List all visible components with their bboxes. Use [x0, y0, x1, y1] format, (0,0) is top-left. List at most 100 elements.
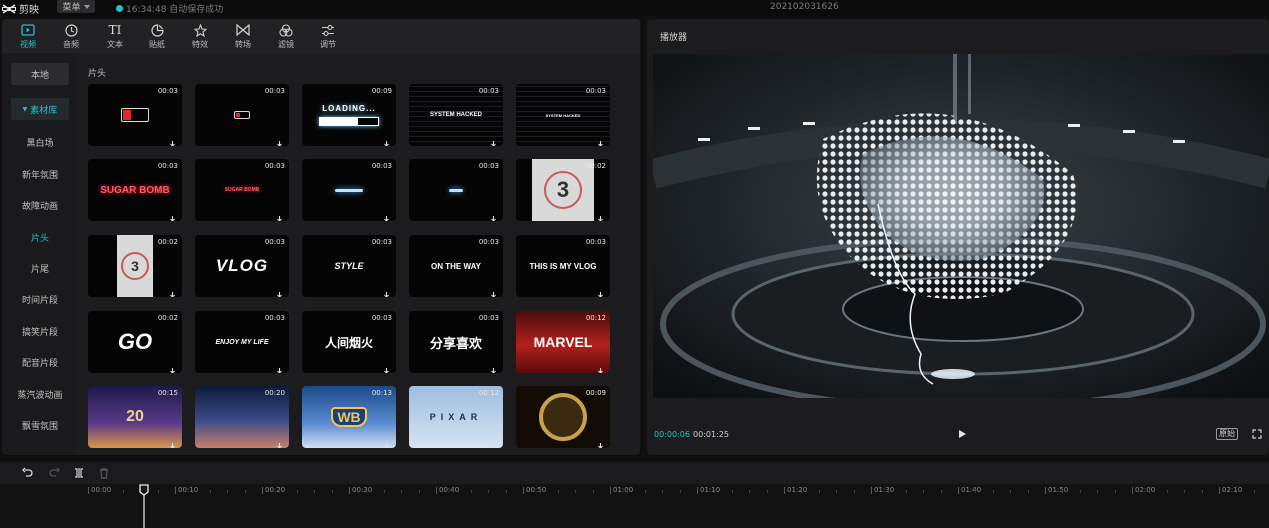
- download-icon[interactable]: [168, 134, 177, 146]
- sidebar-item-dubbing[interactable]: 配音片段: [11, 351, 69, 373]
- tab-video[interactable]: 视频: [8, 21, 48, 53]
- project-title: 202102031626: [770, 2, 839, 12]
- video-frame-image: [653, 54, 1269, 398]
- sidebar-item-library[interactable]: ▼ 素材库: [11, 98, 69, 120]
- card-duration: 00:03: [371, 314, 392, 322]
- adjust-icon: [322, 24, 334, 36]
- play-icon[interactable]: [957, 429, 967, 439]
- ruler-minor-tick: [940, 490, 942, 493]
- sidebar-item-new-year[interactable]: 新年氛围: [11, 163, 69, 185]
- material-card[interactable]: 人间烟火 00:03: [302, 311, 396, 373]
- tab-filter[interactable]: 滤镜: [266, 21, 306, 53]
- download-icon[interactable]: [382, 361, 391, 373]
- download-icon[interactable]: [168, 436, 177, 448]
- download-icon[interactable]: [275, 361, 284, 373]
- ruler-minor-tick: [418, 490, 420, 493]
- material-card[interactable]: THIS IS MY VLOG 00:03: [516, 235, 610, 297]
- sidebar-item-funny[interactable]: 搞笑片段: [11, 320, 69, 342]
- ruler-minor-tick: [331, 490, 333, 493]
- tab-adjust[interactable]: 调节: [308, 21, 348, 53]
- material-card[interactable]: 00:03: [88, 84, 182, 146]
- material-card[interactable]: 00:03: [302, 159, 396, 221]
- card-duration: 00:03: [371, 162, 392, 170]
- material-card[interactable]: 3 00:02: [516, 159, 610, 221]
- ruler-minor-tick: [905, 490, 907, 493]
- material-card[interactable]: SYSTEM HACKED 00:03: [516, 84, 610, 146]
- material-card[interactable]: 00:03: [409, 159, 503, 221]
- download-icon[interactable]: [382, 134, 391, 146]
- material-card[interactable]: 00:20: [195, 386, 289, 448]
- material-card[interactable]: GO 00:02: [88, 311, 182, 373]
- sidebar-item-glitch[interactable]: 故障动画: [11, 194, 69, 216]
- download-icon[interactable]: [596, 361, 605, 373]
- download-icon[interactable]: [275, 209, 284, 221]
- card-duration: 00:02: [157, 238, 178, 246]
- sidebar-item-snow[interactable]: 飘雪氛围: [11, 414, 69, 436]
- ruler-minor-tick: [488, 490, 490, 493]
- download-icon[interactable]: [489, 436, 498, 448]
- download-icon[interactable]: [275, 134, 284, 146]
- download-icon[interactable]: [489, 134, 498, 146]
- download-icon[interactable]: [382, 209, 391, 221]
- material-card[interactable]: PIXAR 00:12: [409, 386, 503, 448]
- download-icon[interactable]: [275, 285, 284, 297]
- material-card[interactable]: SUGAR BOMB 00:03: [88, 159, 182, 221]
- timeline-ruler[interactable]: 00:00 00:10 00:20 00:30 00:40 00:50 01:00 01:10…: [0, 484, 1269, 528]
- tab-sticker[interactable]: 贴纸: [137, 21, 177, 53]
- download-icon[interactable]: [382, 285, 391, 297]
- material-card[interactable]: 00:03: [195, 84, 289, 146]
- material-card[interactable]: STYLE 00:03: [302, 235, 396, 297]
- ruler-major-tick: [697, 487, 698, 494]
- tab-text[interactable]: TI 文本: [95, 21, 135, 53]
- mgm-logo-icon: [539, 393, 587, 441]
- material-card[interactable]: 3 00:02: [88, 235, 182, 297]
- sidebar-item-local[interactable]: 本地: [11, 63, 69, 85]
- tab-sticker-label: 贴纸: [149, 40, 165, 49]
- download-icon[interactable]: [168, 209, 177, 221]
- ruler-minor-tick: [818, 490, 820, 493]
- ruler-label: 00:40: [439, 486, 460, 494]
- download-icon[interactable]: [168, 285, 177, 297]
- material-card[interactable]: VLOG 00:03: [195, 235, 289, 297]
- sidebar-item-black-white[interactable]: 黑白场: [11, 131, 69, 153]
- redo-icon[interactable]: [48, 467, 60, 479]
- ratio-button[interactable]: 原始: [1216, 428, 1238, 440]
- material-card[interactable]: SUGAR BOMB 00:03: [195, 159, 289, 221]
- chevron-down-icon: [83, 4, 90, 9]
- delete-icon[interactable]: [98, 467, 110, 479]
- material-card[interactable]: SYSTEM HACKED 00:03: [409, 84, 503, 146]
- download-icon[interactable]: [596, 436, 605, 448]
- video-preview[interactable]: [653, 54, 1269, 398]
- undo-icon[interactable]: [22, 467, 34, 479]
- material-card[interactable]: 20 00:15: [88, 386, 182, 448]
- material-card[interactable]: WB 00:13: [302, 386, 396, 448]
- fullscreen-icon[interactable]: [1252, 429, 1262, 439]
- download-icon[interactable]: [596, 134, 605, 146]
- material-card[interactable]: LOADING... 00:09: [302, 84, 396, 146]
- download-icon[interactable]: [382, 436, 391, 448]
- menu-button[interactable]: 菜单: [57, 0, 95, 13]
- tab-effects[interactable]: 特效: [180, 21, 220, 53]
- battery-icon: [121, 108, 149, 122]
- download-icon[interactable]: [168, 361, 177, 373]
- sidebar-item-vaporwave[interactable]: 蒸汽波动画: [11, 383, 69, 405]
- ruler-minor-tick: [1201, 490, 1203, 493]
- split-icon[interactable]: [73, 467, 85, 479]
- material-card[interactable]: 00:09: [516, 386, 610, 448]
- download-icon[interactable]: [275, 436, 284, 448]
- download-icon[interactable]: [596, 285, 605, 297]
- material-card[interactable]: ON THE WAY 00:03: [409, 235, 503, 297]
- sidebar-item-outro[interactable]: 片尾: [11, 257, 69, 279]
- download-icon[interactable]: [489, 285, 498, 297]
- material-card[interactable]: MARVEL 00:12: [516, 311, 610, 373]
- sidebar-item-intro[interactable]: 片头: [11, 226, 69, 248]
- playhead-icon[interactable]: [139, 484, 149, 528]
- material-card[interactable]: ENJOY MY LIFE 00:03: [195, 311, 289, 373]
- sidebar-item-time[interactable]: 时间片段: [11, 288, 69, 310]
- download-icon[interactable]: [489, 209, 498, 221]
- download-icon[interactable]: [489, 361, 498, 373]
- tab-transition[interactable]: 转场: [223, 21, 263, 53]
- tab-audio[interactable]: 音频: [51, 21, 91, 53]
- download-icon[interactable]: [596, 209, 605, 221]
- material-card[interactable]: 分享喜欢 00:03: [409, 311, 503, 373]
